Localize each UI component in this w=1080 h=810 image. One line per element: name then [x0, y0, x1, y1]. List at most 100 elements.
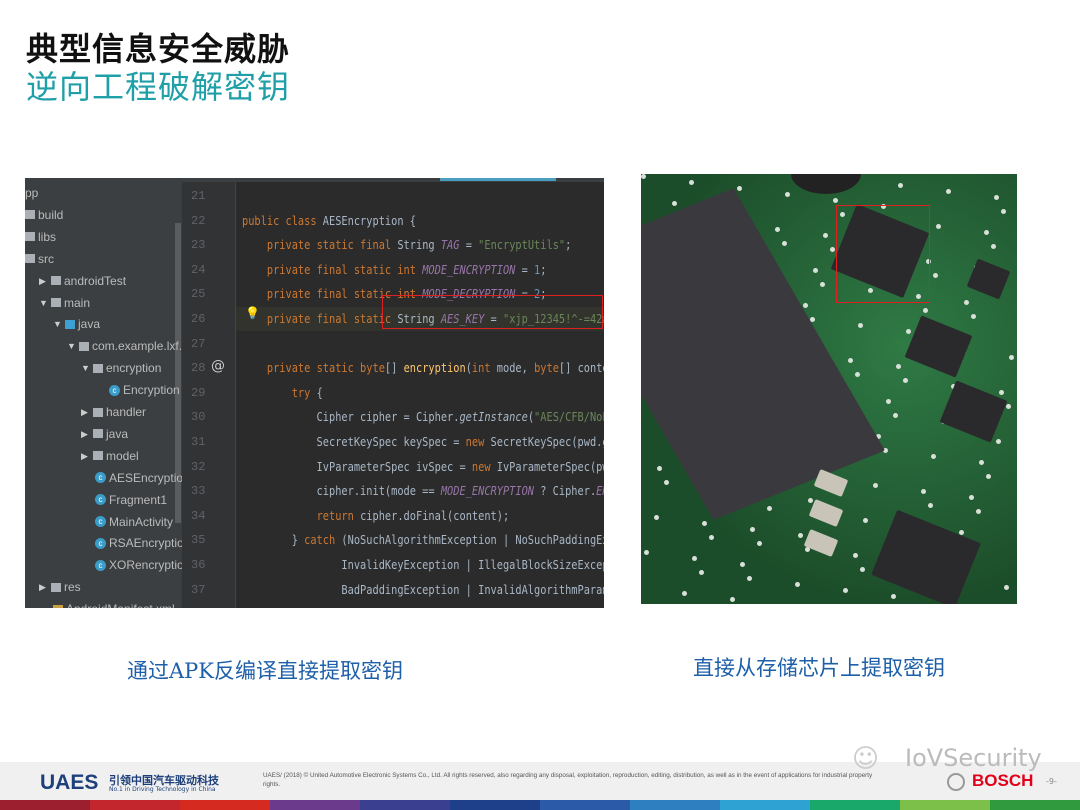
code-line[interactable]: InvalidKeyException | IllegalBlockSizeEx… — [242, 558, 604, 572]
line-number: 26 — [191, 312, 206, 326]
code-line[interactable]: public class AESEncryption { — [242, 214, 416, 228]
collapse-arrow-icon[interactable]: ▼ — [39, 293, 48, 313]
expand-arrow-icon[interactable]: ▶ — [39, 271, 48, 291]
via-dot — [747, 576, 752, 581]
uaes-logo: UAES — [40, 771, 99, 794]
via-dot — [820, 282, 825, 287]
class-icon: c — [95, 516, 106, 527]
tab-bar — [182, 178, 604, 182]
expand-arrow-icon[interactable]: ▶ — [81, 446, 90, 466]
line-number: 22 — [191, 213, 206, 228]
tree-item[interactable]: ▼ java — [53, 314, 100, 334]
via-dot — [1006, 404, 1011, 409]
via-dot — [999, 390, 1004, 395]
collapse-arrow-icon[interactable]: ▼ — [53, 314, 62, 334]
code-line[interactable]: SecretKeySpec keySpec = new SecretKeySpe… — [242, 435, 604, 449]
collapse-arrow-icon[interactable]: ▼ — [67, 336, 76, 356]
collapse-arrow-icon[interactable]: ▼ — [81, 358, 90, 378]
tree-item-label: model — [106, 448, 139, 463]
tree-item-label: encryption — [106, 361, 162, 376]
via-dot — [737, 186, 742, 191]
project-tree: pp build libs src ▶ androidTest ▼ main ▼ java ▼ com… — [25, 178, 201, 608]
via-dot — [858, 323, 863, 328]
tree-item[interactable]: ▼ encryption — [81, 358, 161, 378]
tree-item[interactable]: AndroidManifest.xml — [53, 599, 175, 608]
via-dot — [833, 198, 838, 203]
tree-item[interactable]: ▶ androidTest — [39, 271, 126, 291]
tree-item[interactable]: c AESEncryption — [95, 468, 190, 488]
tree-item[interactable]: ▶ java — [81, 424, 128, 444]
tree-item[interactable]: c MainActivity — [95, 512, 173, 532]
code-line[interactable]: cipher.init(mode == MODE_ENCRYPTION ? Ci… — [242, 484, 604, 498]
stripe-segment — [270, 800, 360, 810]
code-line[interactable]: return cipher.doFinal(content); — [242, 509, 510, 523]
via-dot — [891, 594, 896, 599]
via-dot — [830, 247, 835, 252]
chip-highlight-box — [836, 205, 930, 303]
stripe-segment — [540, 800, 630, 810]
tree-item-label: java — [78, 317, 101, 332]
via-dot — [657, 466, 662, 471]
code-line[interactable]: IvParameterSpec ivSpec = new IvParameter… — [242, 460, 604, 474]
tree-item[interactable]: ▶ res — [39, 577, 81, 597]
code-line[interactable]: } catch (NoSuchAlgorithmException | NoSu… — [242, 533, 604, 547]
via-dot — [740, 562, 745, 567]
via-dot — [863, 518, 868, 523]
caption-right: 直接从存储芯片上提取密钥 — [693, 656, 945, 680]
tree-item[interactable]: src — [25, 249, 54, 269]
via-dot — [886, 399, 891, 404]
tree-item[interactable]: c Encryption — [109, 380, 180, 400]
code-line[interactable]: try { — [242, 386, 323, 400]
tree-item[interactable]: ▼ main — [39, 293, 90, 313]
via-dot — [795, 582, 800, 587]
tree-item[interactable]: libs — [25, 227, 56, 247]
bosch-logo: BOSCH — [972, 771, 1034, 790]
tree-item[interactable]: c XORencryption — [95, 555, 190, 575]
via-dot — [898, 183, 903, 188]
tree-item[interactable]: build — [25, 205, 63, 225]
tree-item[interactable]: c Fragment1 — [95, 490, 167, 510]
class-icon: c — [95, 559, 106, 571]
via-dot — [931, 454, 936, 459]
uaes-slogan-en: No.1 in Driving Technology in China — [109, 786, 216, 793]
via-dot — [923, 308, 928, 313]
via-dot — [757, 541, 762, 546]
expand-arrow-icon[interactable]: ▶ — [81, 424, 90, 444]
class-icon: c — [95, 537, 106, 549]
stripe-segment — [450, 800, 540, 810]
via-dot — [813, 268, 818, 273]
tree-item-label: res — [64, 580, 81, 595]
line-number: 32 — [191, 459, 206, 474]
via-dot — [906, 329, 911, 334]
tree-item[interactable]: ▶ model — [81, 446, 139, 466]
folder-icon — [51, 276, 61, 286]
expand-arrow-icon[interactable]: ▶ — [81, 402, 90, 422]
via-dot — [903, 378, 908, 383]
code-line[interactable]: private static byte[] encryption(int mod… — [242, 361, 604, 375]
via-dot — [853, 553, 858, 558]
line-number: 33 — [191, 484, 206, 499]
tree-item-label: MainActivity — [109, 514, 174, 529]
stripe-segment — [900, 800, 990, 810]
code-line[interactable]: Cipher cipher = Cipher.getInstance("AES/… — [242, 410, 604, 424]
source-folder-icon — [65, 319, 75, 329]
via-dot — [964, 300, 969, 305]
tree-item[interactable]: c RSAEncryption — [95, 533, 190, 553]
via-dot — [946, 189, 951, 194]
via-dot — [664, 480, 669, 485]
expand-arrow-icon[interactable]: ▶ — [39, 577, 48, 597]
tree-item[interactable]: ▶ handler — [81, 402, 146, 422]
via-dot — [672, 201, 677, 206]
code-line[interactable]: BadPaddingException | InvalidAlgorithmPa… — [242, 583, 604, 597]
via-dot — [843, 588, 848, 593]
color-stripe — [0, 800, 1080, 810]
line-number: 31 — [191, 435, 206, 449]
tree-item[interactable]: pp — [25, 183, 38, 203]
via-dot — [921, 489, 926, 494]
via-dot — [641, 174, 646, 179]
tree-item-label: handler — [106, 405, 147, 419]
code-line[interactable]: private static final String TAG = "Encry… — [242, 238, 571, 252]
code-line[interactable]: private final static int MODE_ENCRYPTION… — [242, 263, 547, 277]
lightbulb-icon[interactable]: 💡 — [245, 306, 260, 320]
via-dot — [785, 192, 790, 197]
